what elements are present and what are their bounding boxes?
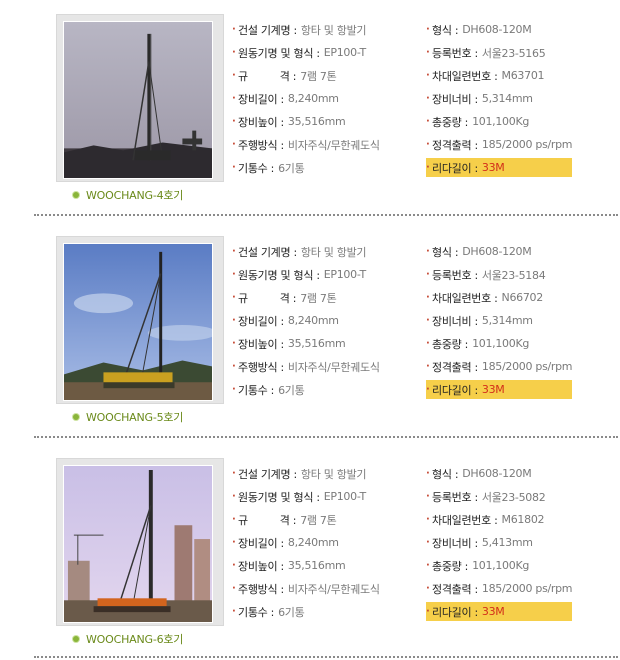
machine-card: WOOCHANG-4호기 · 건설 기계명 : 항타 및 항발기 · 원동기명 및 형… <box>0 6 620 228</box>
spec-row: · 형식 : DH608-120M <box>426 23 532 37</box>
spec-row: · 형식 : DH608-120M <box>426 467 532 481</box>
spec-row: · 장비길이 :8,240mm <box>232 92 339 106</box>
spec-row: · 주행방식 : 비자주식/무한궤도식 <box>232 360 380 374</box>
machine-photo[interactable] <box>63 243 213 401</box>
machine-name: WOOCHANG-5호기 <box>86 411 184 424</box>
machine-card: WOOCHANG-6호기 · 건설 기계명 : 항타 및 항발기 · 원동기명 및 형… <box>0 450 620 660</box>
spec-row: · 등록번호 : 서울23-5184 <box>426 268 546 282</box>
spec-row: · 건설 기계명 : 항타 및 항발기 <box>232 467 367 481</box>
machine-name: WOOCHANG-6호기 <box>86 633 184 646</box>
machine-caption: WOOCHANG-4호기 <box>72 186 183 204</box>
leader-length-highlight: · 리다길이 :33M <box>426 158 572 177</box>
spec-row: · 주행방식 : 비자주식/무한궤도식 <box>232 582 380 596</box>
spec-row: · 총중량 :101,100Kg <box>426 559 530 573</box>
dotted-divider <box>34 214 618 216</box>
leader-length-highlight: · 리다길이 :33M <box>426 602 572 621</box>
spec-row: · 장비너비 :5,314mm <box>426 92 533 106</box>
machine-photo-frame <box>56 14 224 182</box>
green-bullet-icon <box>72 635 80 643</box>
spec-row: · 정격출력 :185/2000 ps/rpm <box>426 138 573 152</box>
machine-photo-frame <box>56 236 224 404</box>
spec-row: · 차대일련번호 : M63701 <box>426 69 545 83</box>
spec-row: · 총중량 :101,100Kg <box>426 337 530 351</box>
spec-row: · 기통수 :6기통 <box>232 605 305 619</box>
spec-list-right: · 형식 : DH608-120M · 등록번호 : 서울23-5082 · 차대일련번호… <box>426 464 576 625</box>
spec-row: · 정격출력 :185/2000 ps/rpm <box>426 582 573 596</box>
spec-row: · 등록번호 : 서울23-5082 <box>426 490 546 504</box>
spec-row: · 형식 : DH608-120M <box>426 245 532 259</box>
spec-row: · 차대일련번호 : N66702 <box>426 291 543 305</box>
spec-row: · 원동기명 및 형식 : EP100-T <box>232 46 366 60</box>
spec-row: · 장비너비 :5,314mm <box>426 314 533 328</box>
machine-caption: WOOCHANG-5호기 <box>72 408 183 426</box>
spec-row: · 정격출력 :185/2000 ps/rpm <box>426 360 573 374</box>
machine-name: WOOCHANG-4호기 <box>86 189 184 202</box>
machine-photo[interactable] <box>63 465 213 623</box>
spec-list-left: · 건설 기계명 : 항타 및 항발기 · 원동기명 및 형식 : EP100-T · 규… <box>232 242 418 403</box>
spec-row: · 건설 기계명 : 항타 및 항발기 <box>232 245 367 259</box>
spec-row: · 장비높이 :35,516mm <box>232 559 346 573</box>
spec-row: · 기통수 :6기통 <box>232 383 305 397</box>
machine-card: WOOCHANG-5호기 · 건설 기계명 : 항타 및 항발기 · 원동기명 및 형… <box>0 228 620 450</box>
spec-row: · 기통수 :6기통 <box>232 161 305 175</box>
machine-caption: WOOCHANG-6호기 <box>72 630 183 648</box>
green-bullet-icon <box>72 191 80 199</box>
spec-row: · 장비길이 :8,240mm <box>232 314 339 328</box>
spec-row: · 차대일련번호 : M61802 <box>426 513 545 527</box>
spec-row: · 장비높이 :35,516mm <box>232 337 346 351</box>
spec-row: · 등록번호 : 서울23-5165 <box>426 46 546 60</box>
dotted-divider <box>34 436 618 438</box>
spec-row: · 규 격 :7램 7톤 <box>232 513 337 527</box>
machine-photo[interactable] <box>63 21 213 179</box>
spec-row: · 총중량 :101,100Kg <box>426 115 530 129</box>
dotted-divider <box>34 656 618 658</box>
spec-row: · 규 격 :7램 7톤 <box>232 291 337 305</box>
spec-row: · 장비너비 :5,413mm <box>426 536 533 550</box>
spec-row: · 장비높이 :35,516mm <box>232 115 346 129</box>
green-bullet-icon <box>72 413 80 421</box>
spec-row: · 원동기명 및 형식 : EP100-T <box>232 268 366 282</box>
spec-row: · 건설 기계명 : 항타 및 항발기 <box>232 23 367 37</box>
spec-list-left: · 건설 기계명 : 항타 및 항발기 · 원동기명 및 형식 : EP100-T · 규… <box>232 20 418 181</box>
spec-row: · 원동기명 및 형식 : EP100-T <box>232 490 366 504</box>
leader-length-highlight: · 리다길이 :33M <box>426 380 572 399</box>
spec-list-right: · 형식 : DH608-120M · 등록번호 : 서울23-5165 · 차대일련번호… <box>426 20 576 181</box>
spec-row: · 규 격 :7램 7톤 <box>232 69 337 83</box>
spec-row: · 장비길이 :8,240mm <box>232 536 339 550</box>
machine-photo-frame <box>56 458 224 626</box>
spec-list-right: · 형식 : DH608-120M · 등록번호 : 서울23-5184 · 차대일련번호… <box>426 242 576 403</box>
spec-list-left: · 건설 기계명 : 항타 및 항발기 · 원동기명 및 형식 : EP100-T · 규… <box>232 464 418 625</box>
spec-row: · 주행방식 : 비자주식/무한궤도식 <box>232 138 380 152</box>
